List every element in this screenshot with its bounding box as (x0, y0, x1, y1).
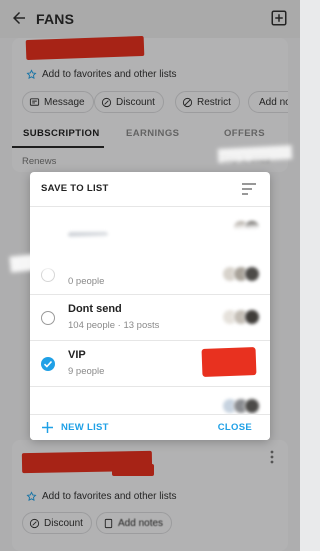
dialog-footer: NEW LIST CLOSE (30, 414, 270, 440)
fans-page: FANS Add to favorites and other lists Me… (0, 0, 300, 551)
check-icon (43, 360, 53, 368)
save-to-list-dialog: SAVE TO LIST 0 people Dont send 104 peop… (30, 172, 270, 440)
list-avatars (222, 309, 260, 325)
list-avatars (222, 266, 260, 282)
list-avatars (222, 398, 260, 414)
list-item-vip[interactable]: VIP 9 people (30, 342, 270, 386)
divider (30, 386, 270, 387)
new-list-label: NEW LIST (61, 422, 109, 433)
plus-icon (42, 422, 53, 433)
list-name: VIP (68, 349, 86, 361)
dialog-title: SAVE TO LIST (41, 183, 109, 194)
list-radio[interactable] (41, 268, 55, 282)
list-subtitle: 104 people · 13 posts (68, 320, 160, 331)
sort-icon[interactable] (242, 183, 256, 195)
divider (30, 294, 270, 295)
divider (30, 340, 270, 341)
redacted-avatars (201, 347, 257, 377)
list-subtitle: 0 people (68, 276, 105, 287)
list-radio[interactable] (41, 311, 55, 325)
list-name: Dont send (68, 303, 122, 315)
list-radio-checked[interactable] (41, 357, 55, 371)
list-subtitle: 9 people (68, 366, 105, 377)
list-item-dont-send[interactable]: Dont send 104 people · 13 posts (30, 296, 270, 340)
new-list-button[interactable]: NEW LIST (42, 422, 109, 433)
divider (30, 206, 270, 207)
close-button[interactable]: CLOSE (218, 422, 252, 433)
